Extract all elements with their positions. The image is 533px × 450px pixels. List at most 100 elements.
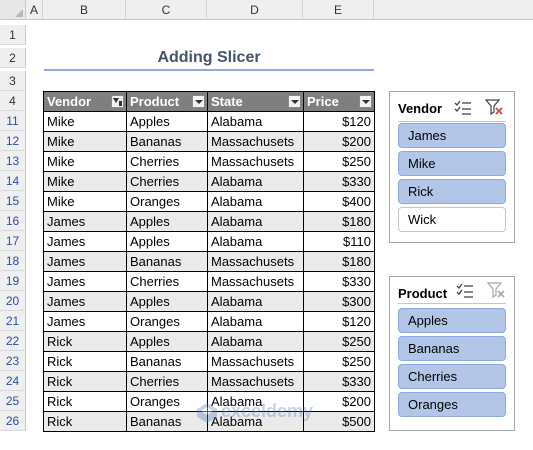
row-header-19[interactable]: 19 — [0, 271, 26, 291]
slicer-item-rick[interactable]: Rick — [398, 179, 506, 204]
product-cell[interactable]: Apples — [126, 291, 208, 312]
filter-dropdown-icon[interactable] — [192, 95, 205, 108]
price-cell[interactable]: $180 — [303, 251, 375, 272]
vendor-cell[interactable]: James — [43, 271, 127, 292]
price-cell[interactable]: $330 — [303, 371, 375, 392]
column-header-c[interactable]: C — [126, 0, 207, 20]
price-cell[interactable]: $110 — [303, 231, 375, 252]
product-cell[interactable]: Cherries — [126, 171, 208, 192]
slicer-item-bananas[interactable]: Bananas — [398, 336, 506, 361]
row-header-20[interactable]: 20 — [0, 291, 26, 311]
row-header-25[interactable]: 25 — [0, 391, 26, 411]
row-header-23[interactable]: 23 — [0, 351, 26, 371]
slicer-item-cherries[interactable]: Cherries — [398, 364, 506, 389]
price-cell[interactable]: $330 — [303, 271, 375, 292]
price-cell[interactable]: $120 — [303, 111, 375, 132]
state-cell[interactable]: Alabama — [207, 191, 304, 212]
price-cell[interactable]: $120 — [303, 311, 375, 332]
state-cell[interactable]: Alabama — [207, 171, 304, 192]
select-all-corner[interactable] — [0, 0, 26, 20]
row-header-12[interactable]: 12 — [0, 131, 26, 151]
row-header-16[interactable]: 16 — [0, 211, 26, 231]
state-cell[interactable]: Massachusets — [207, 151, 304, 172]
state-cell[interactable]: Massachusets — [207, 251, 304, 272]
row-header-14[interactable]: 14 — [0, 171, 26, 191]
row-header-26[interactable]: 26 — [0, 411, 26, 431]
product-cell[interactable]: Apples — [126, 211, 208, 232]
price-cell[interactable]: $500 — [303, 411, 375, 432]
price-cell[interactable]: $250 — [303, 151, 375, 172]
price-cell[interactable]: $200 — [303, 391, 375, 412]
product-cell[interactable]: Oranges — [126, 311, 208, 332]
column-header-d[interactable]: D — [207, 0, 303, 20]
row-header-4[interactable]: 4 — [0, 91, 26, 111]
vendor-cell[interactable]: Mike — [43, 151, 127, 172]
price-cell[interactable]: $300 — [303, 291, 375, 312]
vendor-cell[interactable]: Rick — [43, 391, 127, 412]
price-cell[interactable]: $250 — [303, 331, 375, 352]
product-cell[interactable]: Apples — [126, 231, 208, 252]
state-cell[interactable]: Alabama — [207, 231, 304, 252]
product-cell[interactable]: Cherries — [126, 371, 208, 392]
row-header-17[interactable]: 17 — [0, 231, 26, 251]
slicer-item-oranges[interactable]: Oranges — [398, 392, 506, 417]
product-cell[interactable]: Cherries — [126, 271, 208, 292]
product-slicer[interactable]: Product Apples Bananas Cherries Oranges — [389, 276, 515, 431]
clear-filter-icon[interactable] — [485, 99, 503, 115]
price-cell[interactable]: $400 — [303, 191, 375, 212]
vendor-cell[interactable]: James — [43, 311, 127, 332]
filter-dropdown-icon[interactable] — [288, 95, 301, 108]
price-cell[interactable]: $200 — [303, 131, 375, 152]
price-cell[interactable]: $330 — [303, 171, 375, 192]
row-header-3[interactable]: 3 — [0, 71, 26, 91]
state-cell[interactable]: Massachusets — [207, 371, 304, 392]
row-header-2[interactable]: 2 — [0, 48, 26, 68]
state-cell[interactable]: Massachusets — [207, 131, 304, 152]
filter-applied-icon[interactable] — [111, 95, 124, 108]
vendor-cell[interactable]: James — [43, 291, 127, 312]
state-cell[interactable]: Massachusets — [207, 271, 304, 292]
vendor-cell[interactable]: Rick — [43, 411, 127, 432]
vendor-cell[interactable]: Rick — [43, 331, 127, 352]
slicer-item-wick[interactable]: Wick — [398, 207, 506, 232]
product-cell[interactable]: Apples — [126, 331, 208, 352]
multi-select-icon[interactable] — [456, 283, 474, 298]
state-cell[interactable]: Alabama — [207, 111, 304, 132]
state-cell[interactable]: Massachusets — [207, 351, 304, 372]
product-cell[interactable]: Apples — [126, 111, 208, 132]
vendor-cell[interactable]: Mike — [43, 171, 127, 192]
vendor-cell[interactable]: Mike — [43, 131, 127, 152]
clear-filter-icon[interactable] — [487, 282, 505, 298]
multi-select-icon[interactable] — [454, 100, 472, 115]
product-cell[interactable]: Bananas — [126, 131, 208, 152]
row-header-1[interactable]: 1 — [0, 25, 26, 45]
product-cell[interactable]: Oranges — [126, 191, 208, 212]
product-cell[interactable]: Cherries — [126, 151, 208, 172]
vendor-cell[interactable]: Mike — [43, 191, 127, 212]
price-cell[interactable]: $180 — [303, 211, 375, 232]
vendor-cell[interactable]: James — [43, 251, 127, 272]
row-header-24[interactable]: 24 — [0, 371, 26, 391]
state-cell[interactable]: Alabama — [207, 291, 304, 312]
row-header-15[interactable]: 15 — [0, 191, 26, 211]
row-header-18[interactable]: 18 — [0, 251, 26, 271]
column-header-b[interactable]: B — [43, 0, 126, 20]
vendor-cell[interactable]: Rick — [43, 371, 127, 392]
product-cell[interactable]: Bananas — [126, 251, 208, 272]
slicer-item-mike[interactable]: Mike — [398, 151, 506, 176]
column-header-e[interactable]: E — [303, 0, 374, 20]
vendor-cell[interactable]: Rick — [43, 351, 127, 372]
vendor-cell[interactable]: James — [43, 211, 127, 232]
state-cell[interactable]: Alabama — [207, 211, 304, 232]
product-cell[interactable]: Bananas — [126, 351, 208, 372]
state-cell[interactable]: Alabama — [207, 331, 304, 352]
row-header-11[interactable]: 11 — [0, 111, 26, 131]
row-header-21[interactable]: 21 — [0, 311, 26, 331]
vendor-cell[interactable]: Mike — [43, 111, 127, 132]
slicer-item-apples[interactable]: Apples — [398, 308, 506, 333]
state-cell[interactable]: Alabama — [207, 311, 304, 332]
slicer-item-james[interactable]: James — [398, 123, 506, 148]
row-header-22[interactable]: 22 — [0, 331, 26, 351]
vendor-slicer[interactable]: Vendor James Mike Rick Wick — [389, 91, 515, 243]
price-cell[interactable]: $250 — [303, 351, 375, 372]
